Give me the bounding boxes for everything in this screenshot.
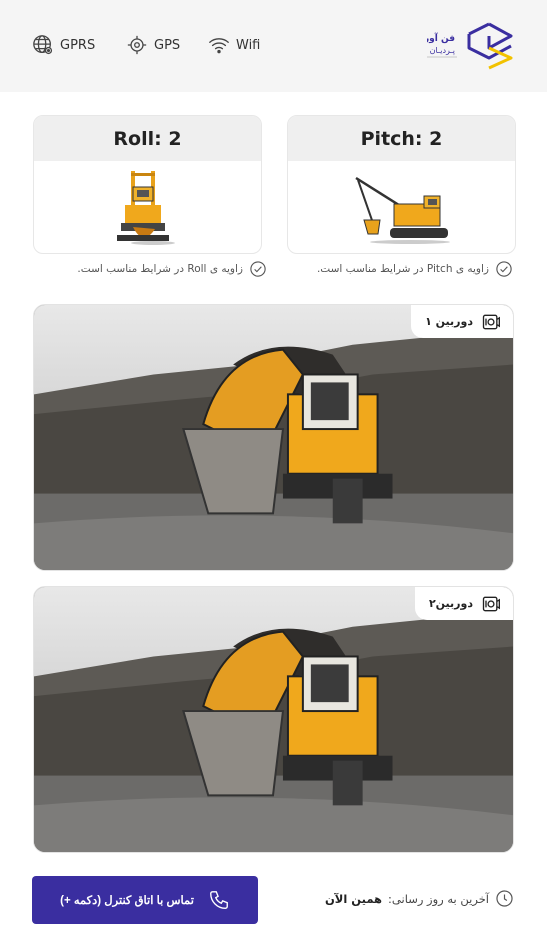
svg-text:فن آوران: فن آوران	[427, 32, 455, 44]
last-update-value: همین الآن	[324, 891, 383, 906]
roll-value: Roll: 2	[34, 116, 261, 161]
wifi-icon	[209, 38, 229, 54]
roll-status-text: زاویه ی Roll در شرایط مناسب است.	[77, 263, 243, 275]
call-control-room-button[interactable]: تماس با اتاق کنترل (دکمه +)	[32, 876, 258, 924]
pitch-status: زاویه ی Pitch در شرایط مناسب است.	[317, 260, 513, 278]
camera-2-feed[interactable]: دوربین۲	[33, 586, 514, 853]
pitch-status-text: زاویه ی Pitch در شرایط مناسب است.	[316, 263, 489, 275]
last-update-label: آخرین به روز رسانی:	[388, 891, 489, 906]
call-button-label: تماس با اتاق کنترل (دکمه +)	[60, 895, 194, 907]
header: GPRS GPS Wifi فن آوران پـرديـان	[0, 0, 547, 92]
camera-2-label: دوربین۲	[428, 597, 473, 610]
camera-icon	[482, 596, 500, 611]
camera-1-label: دوربین ۱	[425, 315, 473, 328]
last-update: آخرین به روز رسانی: همین الآن	[325, 889, 514, 908]
globe-icon	[33, 35, 53, 55]
phone-icon	[209, 891, 228, 909]
company-logo: فن آوران پـرديـان	[427, 22, 513, 70]
clock-icon	[496, 890, 513, 907]
gprs-status: GPRS	[32, 34, 95, 56]
gps-label: GPS	[154, 37, 181, 53]
gps-status: GPS	[126, 34, 180, 56]
pitch-card: Pitch: 2	[287, 115, 516, 254]
roll-status: زاویه ی Roll در شرایط مناسب است.	[77, 260, 267, 278]
roll-machine-image	[34, 161, 261, 253]
camera-icon	[482, 314, 500, 329]
camera-1-image	[34, 305, 513, 570]
roll-card: Roll: 2	[33, 115, 262, 254]
svg-text:پـرديـان: پـرديـان	[430, 46, 455, 55]
wifi-label: Wifi	[236, 37, 261, 53]
camera-1-feed[interactable]: دوربین ۱	[33, 304, 514, 571]
camera-2-tag: دوربین۲	[414, 587, 513, 620]
gprs-label: GPRS	[60, 37, 96, 53]
pitch-value: Pitch: 2	[288, 116, 515, 161]
check-circle-icon	[250, 261, 266, 277]
wifi-status: Wifi	[208, 34, 260, 56]
camera-2-image	[34, 587, 513, 852]
camera-1-tag: دوربین ۱	[411, 305, 513, 338]
pitch-machine-image	[288, 161, 515, 253]
gps-icon	[127, 35, 147, 55]
check-circle-icon	[496, 261, 512, 277]
